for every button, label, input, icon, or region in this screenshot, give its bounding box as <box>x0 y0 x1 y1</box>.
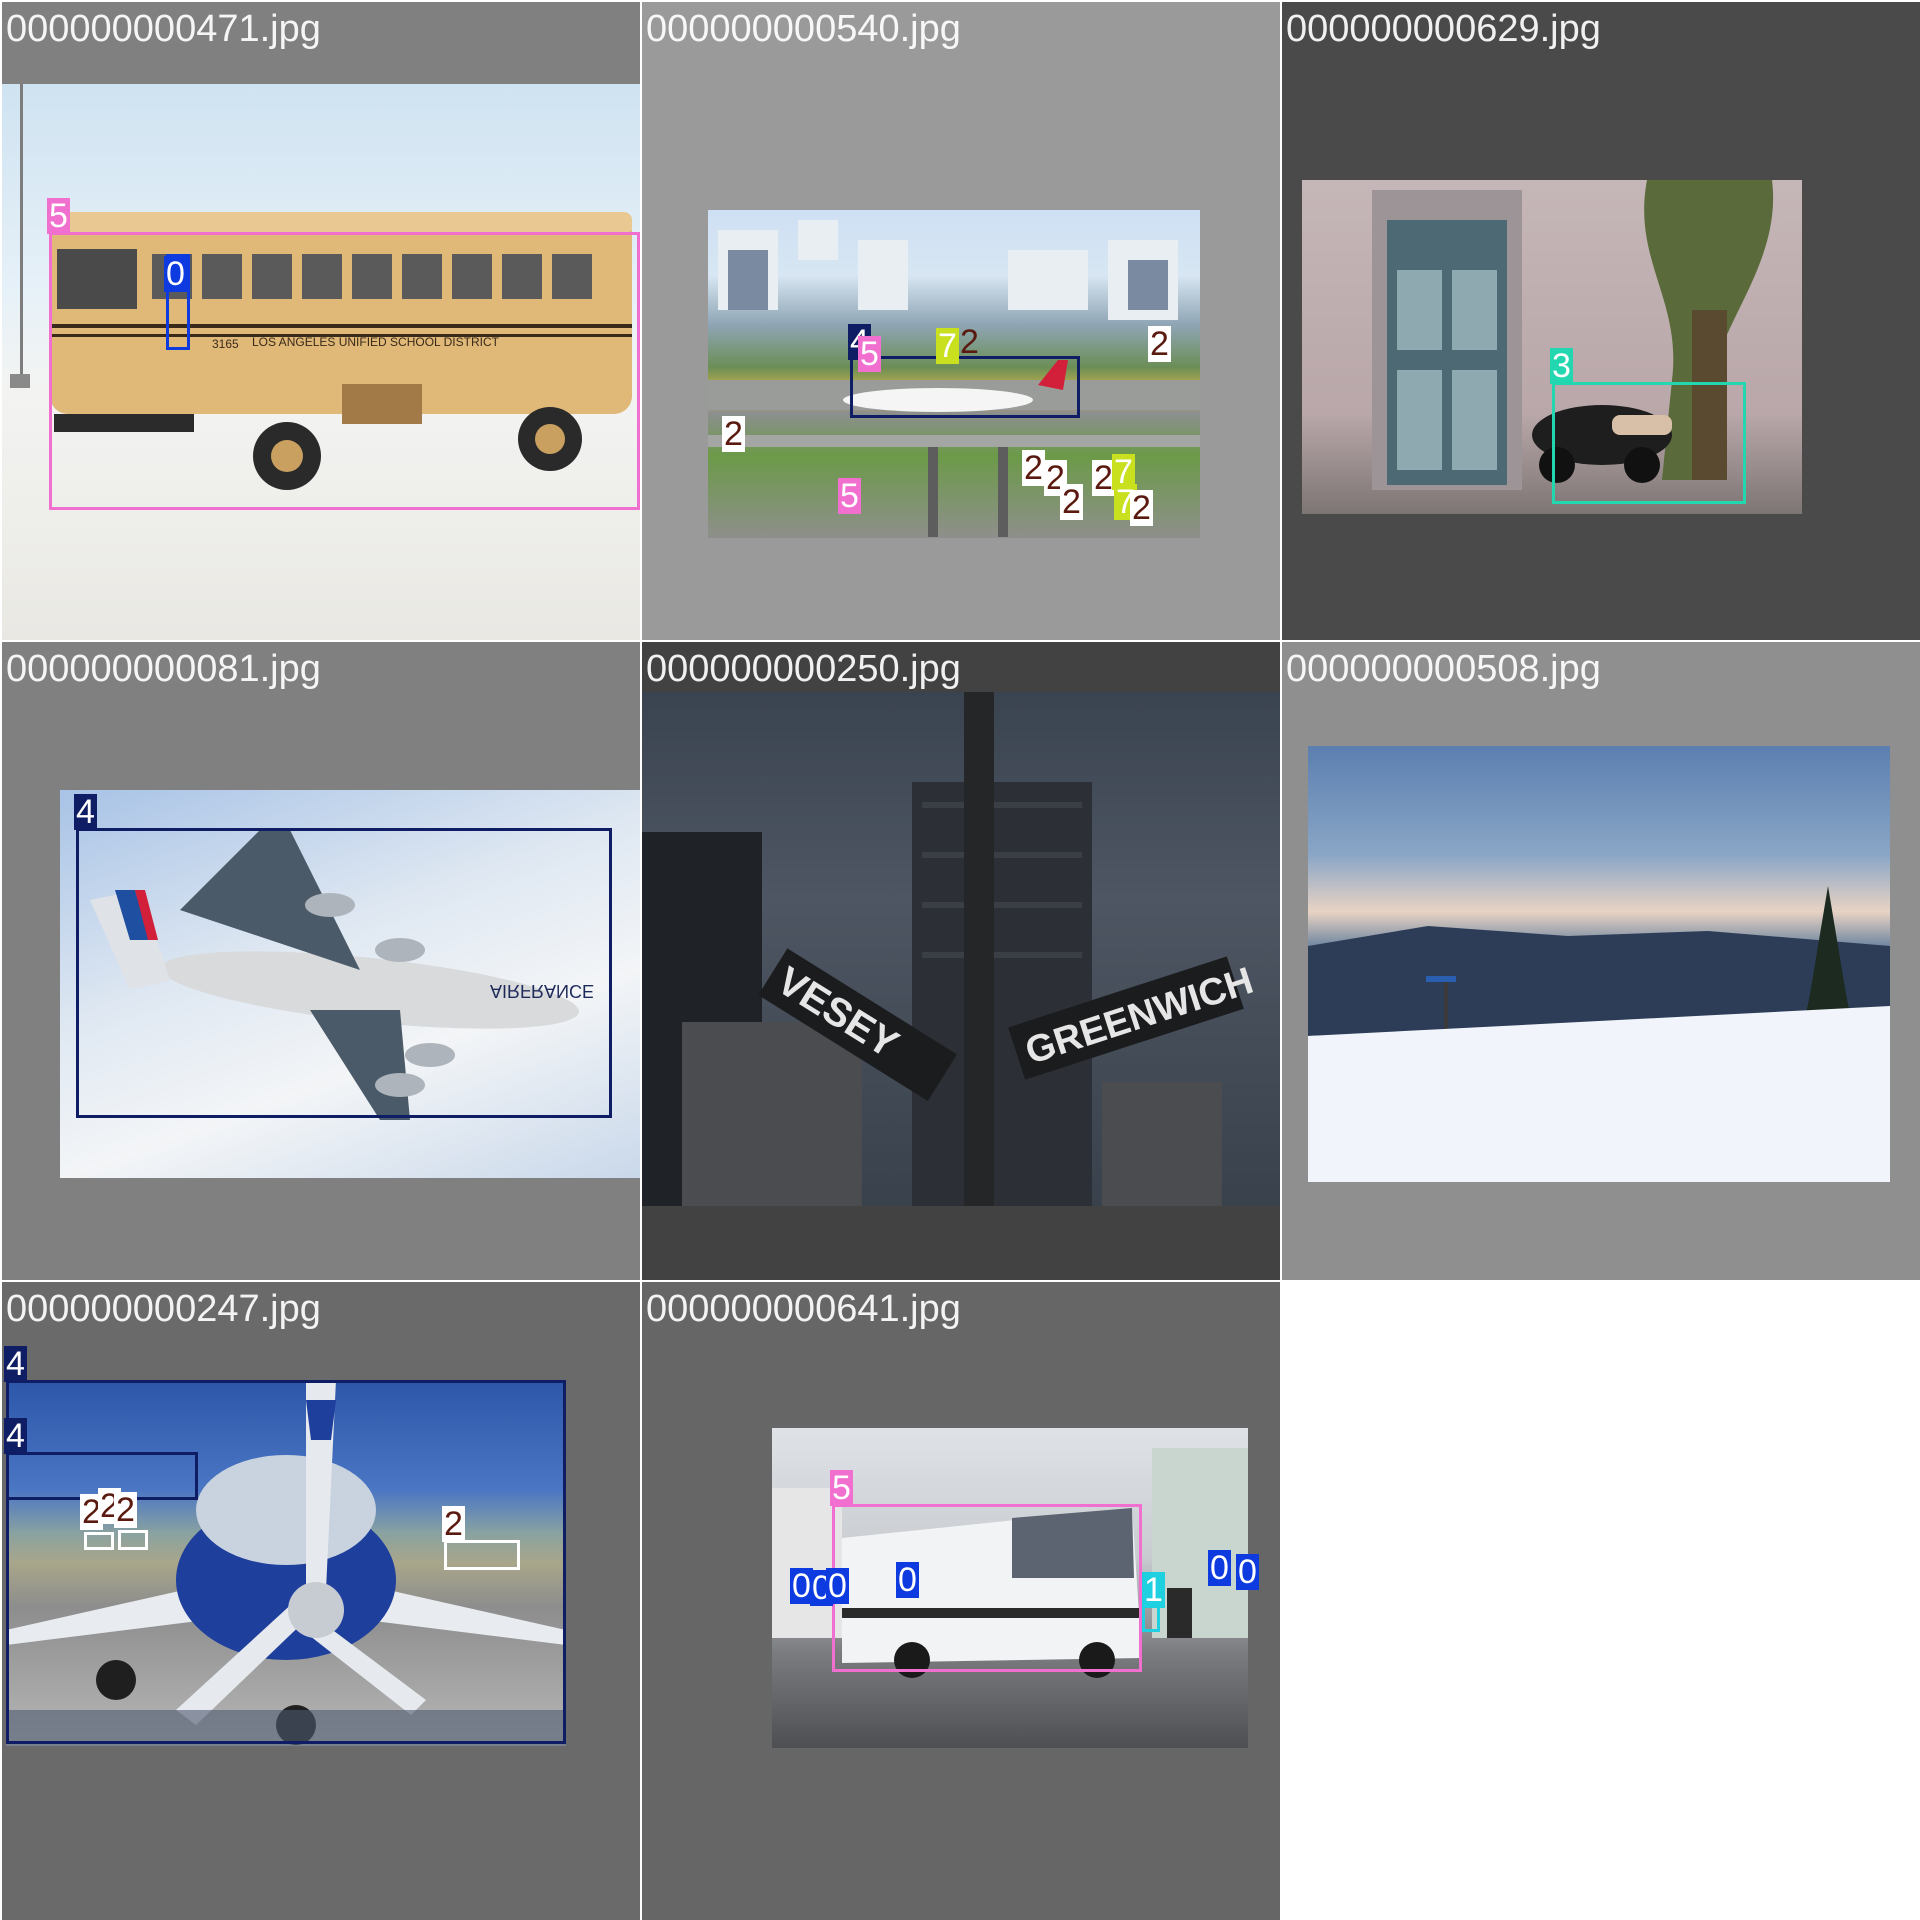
bbox-label-car: 2 <box>114 1491 137 1529</box>
bbox-label-person: 0 <box>1208 1549 1231 1587</box>
bbox-label-bus: 5 <box>47 197 70 235</box>
bbox-label: 2 <box>1148 325 1171 363</box>
bbox-label-person: 0 <box>164 255 187 293</box>
bbox-label: 7 <box>936 327 959 365</box>
bbox-bus <box>49 232 640 510</box>
bbox-label-airplane: 4 <box>74 793 97 831</box>
tile-filename: 000000000471.jpg <box>6 8 321 50</box>
bbox-motorcycle <box>1552 382 1746 504</box>
empty-cell <box>1282 1282 1920 1920</box>
mosaic-tile: 000000000081.jpg AIRFRANCE 4 <box>2 642 640 1280</box>
tile-filename: 000000000540.jpg <box>646 8 961 50</box>
mosaic-tile: 000000000247.jpg 4 4 2 2 2 2 <box>2 1282 640 1920</box>
bbox-label-car: 2 <box>442 1505 465 1543</box>
bbox-car <box>84 1532 114 1550</box>
bbox-airplane <box>850 356 1080 418</box>
bbox-label-airplane: 4 <box>4 1417 27 1455</box>
tile-filename: 000000000508.jpg <box>1286 648 1601 690</box>
bbox-label-bicycle: 1 <box>1142 1571 1165 1609</box>
tile-filename: 000000000247.jpg <box>6 1288 321 1330</box>
photo-street-signs: VESEY GREENWICH <box>642 692 1280 1206</box>
tile-filename: 000000000081.jpg <box>6 648 321 690</box>
bbox-label-person: 0 <box>1236 1553 1259 1591</box>
bbox-label: 2 <box>1060 483 1083 521</box>
bbox-label: 2 <box>1022 449 1045 487</box>
street-signs-scene: VESEY GREENWICH <box>642 692 1258 1206</box>
bbox-label-person: 0 <box>896 1561 919 1599</box>
photo-snowy-overlook <box>1308 746 1890 1182</box>
mosaic-tile: 000000000508.jpg <box>1282 642 1920 1280</box>
tile-filename: 000000000641.jpg <box>646 1288 961 1330</box>
bbox-car <box>118 1530 148 1550</box>
mosaic-tile: 000000000629.jpg 3 <box>1282 2 1920 640</box>
snowy-overlook-scene <box>1308 886 1890 1182</box>
bbox-bus <box>832 1504 1142 1672</box>
mosaic-tile: 000000000471.jpg LOS ANGELES UNIFIED SCH… <box>2 2 640 640</box>
tile-filename: 000000000629.jpg <box>1286 8 1601 50</box>
bbox-label: 5 <box>858 335 881 373</box>
bbox-car <box>444 1540 520 1570</box>
bbox-label: 5 <box>838 477 861 515</box>
mosaic-tile: 000000000250.jpg VESEY GREENWICH <box>642 642 1280 1280</box>
mosaic-tile: 000000000540.jpg 4 5 7 2 2 2 2 2 2 2 7 7… <box>642 2 1280 640</box>
bbox-label-airplane: 4 <box>4 1345 27 1383</box>
bbox-airplane <box>76 828 612 1118</box>
bbox-label-motorcycle: 3 <box>1550 347 1573 385</box>
tile-filename: 000000000250.jpg <box>646 648 961 690</box>
bbox-label: 2 <box>1130 489 1153 527</box>
bbox-label: 2 <box>960 323 979 361</box>
bbox-label-person: 0 <box>826 1567 849 1605</box>
bbox-label-bus: 5 <box>830 1469 853 1507</box>
mosaic-tile: 000000000641.jpg 5 1 0 0 0 0 0 0 <box>642 1282 1280 1920</box>
bbox-label: 2 <box>722 415 745 453</box>
